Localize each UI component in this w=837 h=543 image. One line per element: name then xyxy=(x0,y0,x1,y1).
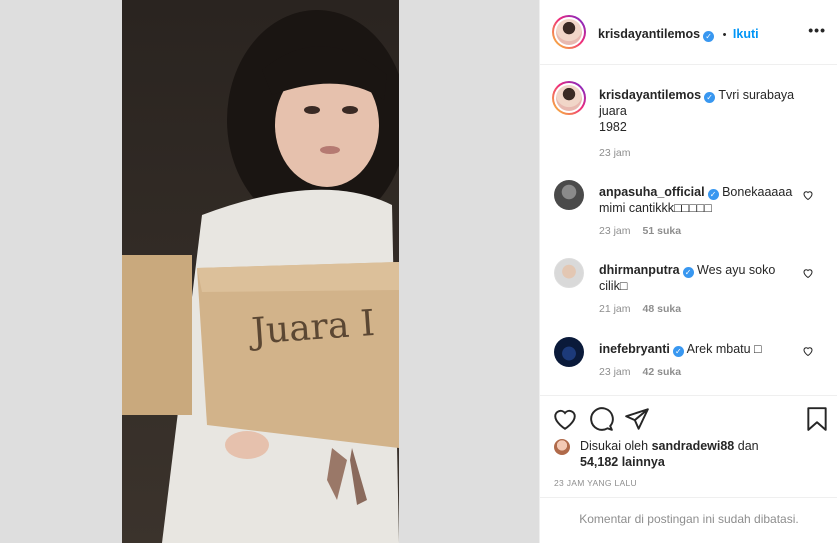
post-header: krisdayantilemos ✓ • Ikuti ••• xyxy=(540,0,837,65)
comment-bubble-icon[interactable] xyxy=(588,406,614,432)
comment-time[interactable]: 23 jam xyxy=(599,366,631,378)
caption-author-avatar[interactable] xyxy=(552,81,586,115)
post-photo-image: Juara I xyxy=(122,0,399,543)
like-heart-icon[interactable] xyxy=(552,406,578,432)
post-photo[interactable]: Juara I xyxy=(122,0,399,543)
commenter-avatar[interactable] xyxy=(554,258,584,288)
comment-time[interactable]: 21 jam xyxy=(599,303,631,315)
liked-by-and: dan xyxy=(737,439,759,453)
caption: krisdayantilemos ✓ Tvri surabaya juara 19… xyxy=(552,81,824,163)
caption-text-line: juara xyxy=(599,104,627,118)
caption-author-username[interactable]: krisdayantilemos xyxy=(599,88,701,102)
author-avatar[interactable] xyxy=(552,15,586,49)
comment-item: anpasuha_official ✓ Bonekaaaaa mimi canti… xyxy=(554,180,824,246)
commenter-avatar[interactable] xyxy=(554,337,584,367)
comment-text-line: Arek mbatu □ xyxy=(686,342,762,356)
commenter-username[interactable]: dhirmanputra xyxy=(599,263,680,277)
liked-count[interactable]: 54,182 lainnya xyxy=(580,455,665,469)
verified-badge-icon: ✓ xyxy=(672,346,684,357)
comment-meta: 21 jam 48 suka xyxy=(599,303,681,315)
comment-like-heart-icon[interactable] xyxy=(802,345,814,357)
share-paper-plane-icon[interactable] xyxy=(624,406,650,432)
comment-likes[interactable]: 51 suka xyxy=(643,225,682,237)
follow-separator: • xyxy=(722,29,727,41)
verified-badge-icon: ✓ xyxy=(707,189,719,200)
comment-text-line: Wes ayu soko xyxy=(697,263,776,277)
comment-likes[interactable]: 42 suka xyxy=(643,366,682,378)
liker-avatar[interactable] xyxy=(554,439,570,455)
caption-text-line: Tvri surabaya xyxy=(718,88,795,102)
comments-closed-notice: Komentar di postingan ini sudah dibatasi… xyxy=(540,497,837,539)
liked-by-prefix: Disukai oleh xyxy=(580,439,649,453)
liked-by-user[interactable]: sandradewi88 xyxy=(652,439,735,453)
comment-like-heart-icon[interactable] xyxy=(802,267,814,279)
post-actions: Disukai oleh sandradewi88 dan 54,182 lai… xyxy=(540,395,837,543)
verified-badge-icon: ✓ xyxy=(682,267,694,278)
save-bookmark-icon[interactable] xyxy=(804,406,830,432)
post-time-ago[interactable]: 23 JAM YANG LALU xyxy=(554,478,637,488)
commenter-username[interactable]: anpasuha_official xyxy=(599,185,705,199)
post-modal: Juara I krisdayantilemos ✓ • Ikuti ••• k… xyxy=(0,0,837,543)
commenter-avatar[interactable] xyxy=(554,180,584,210)
comments-list: krisdayantilemos ✓ Tvri surabaya juara 19… xyxy=(540,66,837,395)
post-side-panel: krisdayantilemos ✓ • Ikuti ••• krisdayant… xyxy=(539,0,837,543)
comment-text-line: Bonekaaaaa xyxy=(722,185,793,199)
comment-meta: 23 jam 42 suka xyxy=(599,366,681,378)
comment-meta: 23 jam 51 suka xyxy=(599,225,681,237)
comment-time[interactable]: 23 jam xyxy=(599,225,631,237)
commenter-username[interactable]: inefebryanti xyxy=(599,342,670,356)
comment-text-line: cilik□ xyxy=(599,279,628,293)
comment-item: inefebryanti ✓ Arek mbatu □ 23 jam 42 suka xyxy=(554,337,824,393)
verified-badge-icon: ✓ xyxy=(703,31,715,42)
comment-like-heart-icon[interactable] xyxy=(802,189,814,201)
comment-item: dhirmanputra ✓ Wes ayu soko cilik□ 21 jam… xyxy=(554,258,824,324)
caption-text-line: 1982 xyxy=(599,120,627,134)
author-username[interactable]: krisdayantilemos xyxy=(598,27,700,41)
comment-text-line: mimi cantikkk□□□□□ xyxy=(599,201,712,215)
follow-button[interactable]: Ikuti xyxy=(733,27,759,41)
verified-badge-icon: ✓ xyxy=(704,92,716,103)
photo-backdrop: Juara I xyxy=(0,0,539,543)
liked-by: Disukai oleh sandradewi88 dan 54,182 lai… xyxy=(554,438,759,470)
caption-time[interactable]: 23 jam xyxy=(599,147,631,159)
comment-likes[interactable]: 48 suka xyxy=(643,303,682,315)
more-options-icon[interactable]: ••• xyxy=(808,22,826,38)
